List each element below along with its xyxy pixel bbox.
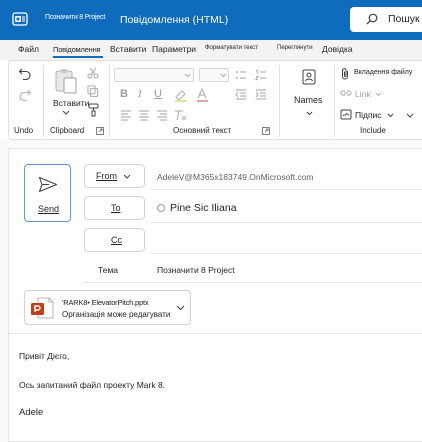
- tab-insert[interactable]: Вставити: [110, 44, 146, 54]
- chevron-down-icon[interactable]: [306, 111, 313, 116]
- ribbon: Undo Вставити Clipboard B I U Основний т…: [8, 60, 422, 140]
- format-painter-icon[interactable]: [87, 103, 101, 117]
- chevron-down-icon: [375, 92, 382, 97]
- tab-file[interactable]: Файл: [18, 44, 39, 54]
- ribbon-separator: [334, 65, 335, 137]
- window-subject: Позначити 8 Project: [45, 14, 106, 21]
- search-icon: [366, 13, 378, 25]
- chevron-down-icon: [123, 174, 131, 179]
- copy-icon[interactable]: [87, 85, 99, 97]
- cc-button[interactable]: Cc: [84, 228, 145, 252]
- tab-format-text[interactable]: Форматувати текст: [205, 45, 258, 51]
- attachment-permission: Організація може редагувати: [62, 310, 171, 319]
- include-group-label: Include: [360, 126, 386, 135]
- attachment-filename: 'RARK8• ElevatorPitch.pptx: [62, 298, 149, 307]
- bold-button[interactable]: B: [120, 88, 128, 100]
- body-divider: [8, 333, 422, 334]
- undo-group-label: Undo: [14, 126, 34, 135]
- field-divider: [84, 282, 422, 283]
- signature-label[interactable]: Підпис: [355, 110, 382, 120]
- underline-button[interactable]: U: [154, 88, 162, 100]
- highlight-icon[interactable]: [173, 88, 189, 102]
- to-label: To: [111, 203, 121, 213]
- subject-input[interactable]: Позначити 8 Project: [157, 265, 235, 275]
- bullets-icon[interactable]: [235, 69, 247, 81]
- increase-indent-icon[interactable]: [255, 88, 267, 100]
- names-label[interactable]: Names: [294, 95, 323, 105]
- tab-message[interactable]: Повідомлення: [53, 45, 101, 54]
- cc-label: Cc: [111, 235, 122, 245]
- signature-icon[interactable]: [340, 108, 352, 120]
- chevron-down-icon[interactable]: [387, 113, 394, 118]
- paste-icon[interactable]: [53, 67, 79, 95]
- italic-button[interactable]: I: [138, 88, 142, 100]
- send-button[interactable]: Send: [24, 164, 71, 222]
- field-divider: [150, 189, 422, 190]
- body-signature[interactable]: Adele: [19, 407, 43, 418]
- cut-icon[interactable]: [87, 67, 99, 79]
- decrease-indent-icon[interactable]: [235, 88, 247, 100]
- field-divider: [150, 253, 422, 254]
- paste-label[interactable]: Вставити: [53, 98, 89, 108]
- from-address: AdeleV@M365x183749.OnMicrosoft.com: [157, 172, 314, 182]
- body-message[interactable]: Ось запитаний файл проекту Mark 8.: [19, 380, 165, 390]
- to-button[interactable]: To: [84, 196, 145, 220]
- tab-options[interactable]: Параметри: [152, 44, 196, 54]
- basic-text-launcher-icon[interactable]: [262, 127, 270, 135]
- link-icon[interactable]: [340, 87, 352, 99]
- title-bar: Позначити 8 Project Повідомлення (HTML) …: [0, 0, 422, 40]
- ribbon-separator: [109, 65, 110, 137]
- redo-icon[interactable]: [18, 87, 32, 101]
- clipboard-launcher-icon[interactable]: [96, 127, 104, 135]
- window-title: Повідомлення (HTML): [120, 14, 229, 26]
- clear-formatting-icon[interactable]: [173, 109, 187, 121]
- chevron-down-icon[interactable]: [176, 303, 185, 312]
- presence-icon: [157, 204, 165, 212]
- chevron-down-icon: [220, 73, 227, 78]
- outlook-compose-icon: [12, 12, 28, 26]
- search-box[interactable]: Пошук: [350, 7, 422, 32]
- active-tab-indicator: [53, 56, 103, 58]
- basic-text-group-label: Основний текст: [173, 126, 232, 135]
- clipboard-group-label: Clipboard: [50, 126, 85, 135]
- address-book-icon[interactable]: [302, 69, 316, 85]
- link-label[interactable]: Link: [355, 89, 371, 99]
- tab-review[interactable]: Переглянути: [277, 45, 313, 51]
- attachment-card[interactable]: 'RARK8• ElevatorPitch.pptx Організація м…: [24, 290, 191, 325]
- to-recipient[interactable]: Pine Sic Iliana: [170, 202, 237, 214]
- ribbon-separator: [279, 65, 280, 137]
- align-right-icon[interactable]: [156, 109, 168, 121]
- tab-help[interactable]: Довідка: [322, 44, 353, 54]
- ribbon-separator: [43, 65, 44, 137]
- font-color-icon[interactable]: [195, 88, 211, 102]
- from-label: From: [96, 171, 117, 181]
- font-name-dropdown[interactable]: [114, 68, 194, 82]
- subject-label: Тема: [98, 265, 119, 275]
- attach-file-icon[interactable]: [340, 67, 350, 80]
- align-left-icon[interactable]: [120, 109, 132, 121]
- powerpoint-file-icon: [31, 297, 54, 319]
- attach-file-label[interactable]: Вкладення файлу: [354, 69, 412, 76]
- search-label: Пошук: [388, 13, 420, 25]
- send-icon: [38, 176, 58, 193]
- collapse-ribbon-icon[interactable]: [406, 113, 414, 118]
- chevron-down-icon: [184, 73, 191, 78]
- undo-icon[interactable]: [18, 66, 32, 80]
- body-greeting[interactable]: Привіт Дієго,: [19, 351, 69, 361]
- field-divider: [150, 222, 422, 223]
- numbering-icon[interactable]: [255, 69, 267, 81]
- align-center-icon[interactable]: [138, 109, 150, 121]
- chevron-down-icon[interactable]: [62, 110, 70, 115]
- from-button[interactable]: From: [84, 164, 145, 188]
- send-label: Send: [38, 204, 60, 214]
